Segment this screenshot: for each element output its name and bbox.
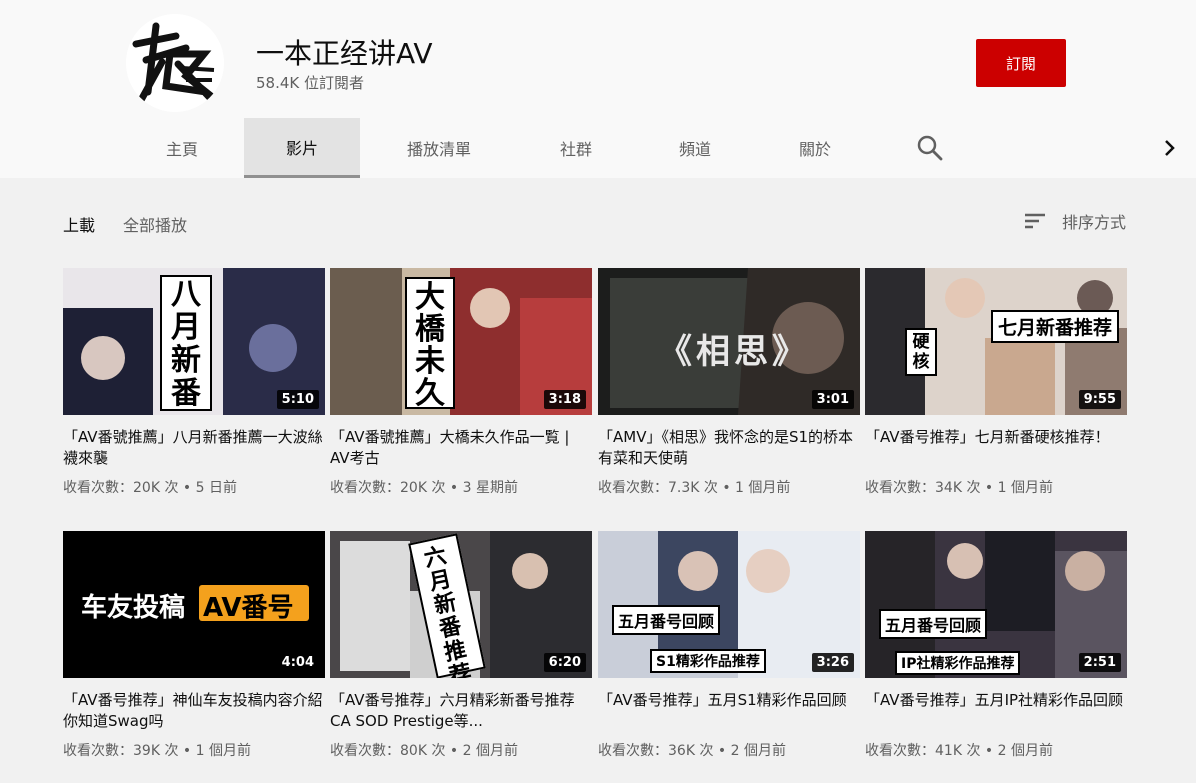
tab-playlists[interactable]: 播放清單	[381, 118, 497, 178]
video-meta: 收看次數：20K 次 • 5 日前	[63, 480, 237, 496]
video-title[interactable]: 「AV番號推薦」八月新番推薦一大波絲襪來襲	[63, 427, 325, 469]
tab-home[interactable]: 主頁	[124, 118, 240, 178]
thumbnail-overlay-text: 大橋未久	[415, 280, 445, 411]
tab-about[interactable]: 關於	[757, 118, 873, 178]
video-duration: 3:18	[543, 390, 586, 409]
thumbnail-overlay-subtext: IP社精彩作品推荐	[895, 651, 1021, 675]
channel-logo-icon	[126, 14, 224, 112]
video-card: 五月番号回顾 S1精彩作品推荐 3:26 「AV番号推荐」五月S1精彩作品回顾 …	[598, 531, 860, 760]
thumbnail-overlay-text: 七月新番推荐	[991, 310, 1120, 343]
channel-avatar[interactable]	[126, 14, 224, 112]
thumbnail-overlay-text: 五月番号回顾	[879, 609, 988, 639]
video-thumbnail[interactable]: 五月番号回顾 S1精彩作品推荐 3:26	[598, 531, 860, 678]
thumbnail-overlay-subtext: AV番号	[203, 593, 294, 623]
video-duration: 3:01	[811, 390, 854, 409]
sort-label: 排序方式	[1062, 213, 1127, 232]
video-meta: 收看次數：80K 次 • 2 個月前	[330, 743, 518, 759]
video-meta: 收看次數：20K 次 • 3 星期前	[330, 480, 518, 496]
video-card: 车友投稿 AV番号 4:04 「AV番号推荐」神仙车友投稿内容介紹 你知道Swa…	[63, 531, 325, 760]
video-title[interactable]: 「AV番号推荐」五月S1精彩作品回顾	[598, 690, 860, 732]
thumbnail-overlay-text: 五月番号回顾	[612, 605, 721, 635]
chevron-right-icon[interactable]	[1158, 134, 1182, 162]
video-meta: 收看次數：36K 次 • 2 個月前	[598, 743, 786, 759]
channel-tabs: 主頁 影片 播放清單 社群 頻道 關於	[0, 118, 1196, 178]
video-thumbnail[interactable]: 七月新番推荐 硬核 9:55	[865, 268, 1127, 415]
search-icon[interactable]	[914, 132, 946, 164]
video-title[interactable]: 「AV番号推荐」神仙车友投稿内容介紹 你知道Swag吗	[63, 690, 325, 732]
video-meta: 收看次數：34K 次 • 1 個月前	[865, 480, 1053, 496]
tab-videos[interactable]: 影片	[244, 118, 360, 178]
video-duration: 5:10	[276, 390, 319, 409]
video-thumbnail[interactable]: 八月新番 5:10	[63, 268, 325, 415]
video-thumbnail[interactable]: 车友投稿 AV番号 4:04	[63, 531, 325, 678]
video-thumbnail[interactable]: 《相思》 3:01	[598, 268, 860, 415]
video-duration: 6:20	[543, 653, 586, 672]
subscriber-count: 58.4K 位訂閱者	[256, 74, 365, 92]
video-title[interactable]: 「AV番号推荐」六月精彩新番号推荐 CA SOD Prestige等...	[330, 690, 592, 732]
thumbnail-overlay-text: 《相思》	[658, 332, 810, 372]
video-duration: 2:51	[1078, 653, 1121, 672]
video-title[interactable]: 「AV番号推荐」五月IP社精彩作品回顾	[865, 690, 1127, 732]
play-all-button[interactable]: 全部播放	[123, 212, 187, 236]
channel-name: 一本正经讲AV	[256, 37, 433, 70]
video-thumbnail[interactable]: 五月番号回顾 IP社精彩作品推荐 2:51	[865, 531, 1127, 678]
video-title[interactable]: 「AMV」《相思》我怀念的是S1的桥本有菜和天使萌	[598, 427, 860, 469]
video-meta: 收看次數：39K 次 • 1 個月前	[63, 743, 251, 759]
tab-community[interactable]: 社群	[518, 118, 634, 178]
video-title[interactable]: 「AV番號推薦」大橋未久作品一覧 | AV考古	[330, 427, 592, 469]
subscribe-button[interactable]: 訂閱	[976, 39, 1066, 87]
video-card: 大橋未久 3:18 「AV番號推薦」大橋未久作品一覧 | AV考古 收看次數：2…	[330, 268, 592, 497]
channel-header: 一本正经讲AV 58.4K 位訂閱者 訂閱 主頁 影片 播放清單 社群 頻道 關…	[0, 0, 1196, 178]
uploads-label[interactable]: 上載	[63, 212, 95, 236]
thumbnail-overlay-text: 车友投稿	[81, 593, 186, 623]
thumbnail-overlay-text: 八月新番	[171, 277, 201, 411]
video-thumbnail[interactable]: 六月新番推荐 6:20	[330, 531, 592, 678]
video-duration: 9:55	[1078, 390, 1121, 409]
video-meta: 收看次數：41K 次 • 2 個月前	[865, 743, 1053, 759]
tab-channels[interactable]: 頻道	[637, 118, 753, 178]
thumbnail-overlay-subtext: 硬核	[905, 328, 937, 376]
video-title[interactable]: 「AV番号推荐」七月新番硬核推荐！	[865, 427, 1127, 469]
video-card: 五月番号回顾 IP社精彩作品推荐 2:51 「AV番号推荐」五月IP社精彩作品回…	[865, 531, 1127, 760]
video-duration: 4:04	[276, 653, 319, 672]
video-card: 《相思》 3:01 「AMV」《相思》我怀念的是S1的桥本有菜和天使萌 收看次數…	[598, 268, 860, 497]
video-meta: 收看次數：7.3K 次 • 1 個月前	[598, 480, 791, 496]
sort-button[interactable]: 排序方式	[1022, 206, 1126, 236]
thumbnail-overlay-subtext: S1精彩作品推荐	[650, 649, 766, 673]
video-card: 七月新番推荐 硬核 9:55 「AV番号推荐」七月新番硬核推荐！ 收看次數：34…	[865, 268, 1127, 497]
video-card: 八月新番 5:10 「AV番號推薦」八月新番推薦一大波絲襪來襲 收看次數：20K…	[63, 268, 325, 497]
video-duration: 3:26	[811, 653, 854, 672]
video-thumbnail[interactable]: 大橋未久 3:18	[330, 268, 592, 415]
video-card: 六月新番推荐 6:20 「AV番号推荐」六月精彩新番号推荐 CA SOD Pre…	[330, 531, 592, 760]
sort-icon	[1025, 213, 1045, 229]
